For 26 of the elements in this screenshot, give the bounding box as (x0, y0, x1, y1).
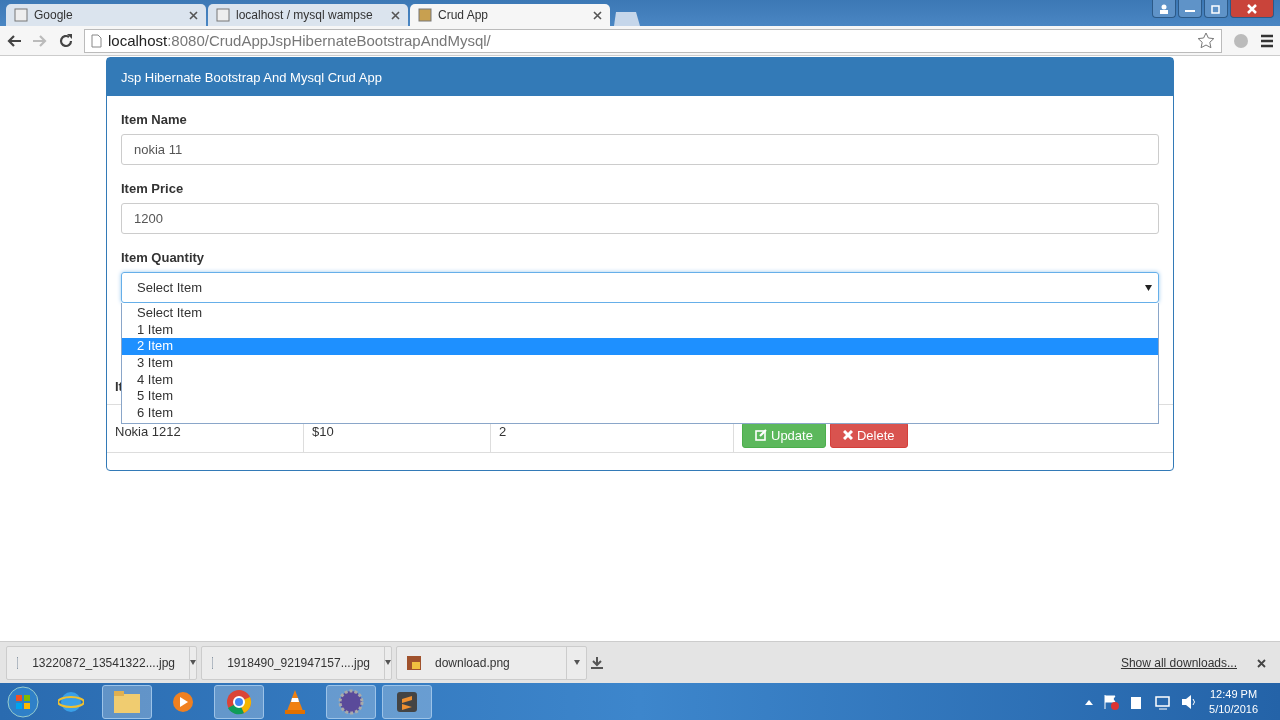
download-item[interactable]: 13220872_13541322....jpg (6, 645, 197, 680)
clock-date: 5/10/2016 (1209, 701, 1258, 717)
field-label: Item Price (121, 181, 185, 196)
delete-button[interactable]: Delete (829, 422, 908, 448)
dropdown-option[interactable]: 4 Item (122, 371, 1158, 389)
browser-tab[interactable]: localhost / mysql wampse (208, 4, 408, 26)
download-item[interactable]: 1918490_921947157....jpg (201, 645, 392, 680)
url-host: localhost (108, 32, 168, 49)
browser-tab[interactable]: Google (6, 4, 206, 26)
clock[interactable]: 12:49 PM 5/10/2016 (1209, 686, 1258, 717)
browser-tab[interactable]: Crud App (410, 4, 610, 26)
dropdown-option[interactable]: Select Item (122, 305, 1158, 322)
field-label: Item Quantity (121, 250, 206, 265)
download-item[interactable]: download.png (396, 645, 587, 680)
panel-title: Jsp Hibernate Bootstrap And Mysql Crud App (107, 58, 1173, 96)
field-label: Item Name (121, 112, 188, 127)
url-path: :8080/CrudAppJspHibernateBootstrapAndMysql/ (167, 32, 491, 49)
dropdown-option[interactable]: 3 Item (122, 355, 1158, 372)
input-field[interactable]: 1200 (121, 203, 1159, 234)
dropdown-option[interactable]: 1 Item (122, 321, 1158, 339)
dropdown-option[interactable]: 5 Item (122, 388, 1158, 406)
select-field[interactable]: Select Item (121, 272, 1159, 303)
input-field[interactable]: nokia 11 (121, 134, 1159, 165)
address-bar[interactable]: localhost:8080/CrudAppJspHibernateBootstrapAndMysql/ (84, 28, 1222, 53)
clock-time: 12:49 PM (1210, 686, 1258, 702)
show-all-downloads-link[interactable]: Show all downloads... (1120, 655, 1237, 670)
